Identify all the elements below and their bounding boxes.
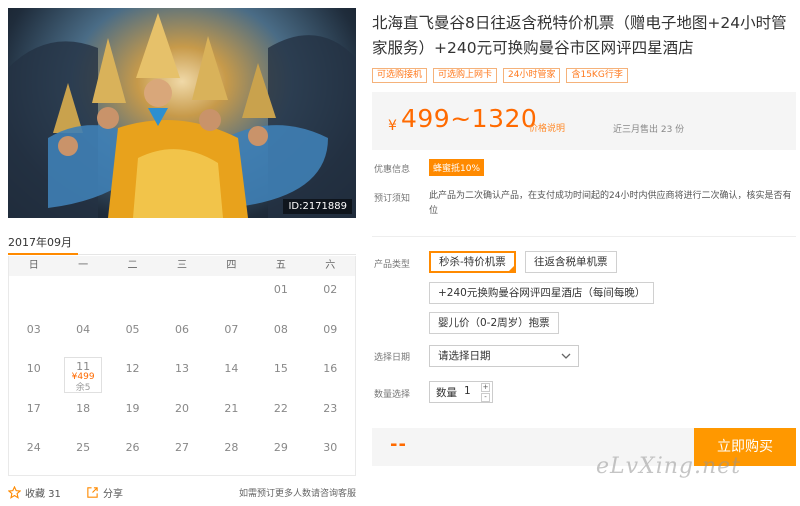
calendar-day-remaining: 余5 bbox=[75, 383, 91, 393]
calendar-month-underline bbox=[8, 253, 78, 255]
calendar-month[interactable]: 2017年09月 bbox=[8, 234, 72, 250]
calendar-day[interactable]: 15 bbox=[256, 355, 305, 395]
calendar-day[interactable]: 08 bbox=[256, 316, 305, 356]
share-button[interactable]: 分享 bbox=[86, 485, 123, 500]
calendar-day[interactable]: 21 bbox=[207, 395, 256, 435]
watermark: eLvXing.net bbox=[596, 454, 742, 479]
calendar-day[interactable]: 12 bbox=[108, 355, 157, 395]
date-select[interactable]: 请选择日期 bbox=[429, 345, 579, 367]
calendar-day[interactable]: 19 bbox=[108, 395, 157, 435]
type-option-hotel-upgrade[interactable]: +240元换购曼谷网评四星酒店（每间每晚） bbox=[429, 282, 655, 304]
calendar-empty-cell bbox=[58, 276, 107, 316]
calendar-day[interactable]: 16 bbox=[306, 355, 355, 395]
sales-count: 近三月售出 23 份 bbox=[613, 125, 685, 135]
calendar-weekday: 五 bbox=[275, 260, 286, 271]
notice-label: 预订须知 bbox=[374, 194, 411, 204]
type-option-flash-sale[interactable]: 秒杀-特价机票 bbox=[429, 251, 516, 273]
calendar-weekday: 一 bbox=[78, 260, 89, 271]
calendar-day[interactable]: 17 bbox=[9, 395, 58, 435]
calendar: 日一二三四五六 01 02 03 04 05 06 07 08 09 10 11 ¥499 余5 12 13… bbox=[8, 256, 356, 476]
quantity-field-label: 数量 bbox=[436, 387, 457, 399]
tag: 含15KG行李 bbox=[566, 68, 628, 83]
quantity-stepper: 数量 1 + - bbox=[429, 381, 493, 403]
share-label: 分享 bbox=[103, 489, 123, 500]
quantity-increase-button[interactable]: + bbox=[481, 383, 490, 392]
favorite-button[interactable]: 收藏 31 bbox=[8, 485, 61, 500]
calendar-day[interactable]: 10 bbox=[9, 355, 58, 395]
calendar-day[interactable]: 26 bbox=[108, 434, 157, 474]
calendar-day[interactable]: 07 bbox=[207, 316, 256, 356]
star-icon bbox=[8, 486, 21, 499]
product-tags: 可选购接机 可选购上网卡 24小时管家 含15KG行李 bbox=[372, 68, 628, 83]
calendar-day[interactable]: 14 bbox=[207, 355, 256, 395]
calendar-day[interactable]: 05 bbox=[108, 316, 157, 356]
calendar-weekday: 三 bbox=[176, 260, 187, 271]
calendar-day[interactable]: 24 bbox=[9, 434, 58, 474]
product-image[interactable]: ID:2171889 bbox=[8, 8, 356, 218]
type-option-infant[interactable]: 婴儿价（0-2周岁）抱票 bbox=[429, 312, 559, 334]
promo-label: 优惠信息 bbox=[374, 165, 411, 175]
product-title: 北海直飞曼谷8日往返含税特价机票（赠电子地图+24小时管家服务）+240元可换购… bbox=[372, 14, 787, 57]
tag: 24小时管家 bbox=[503, 68, 561, 83]
price-range: 499~1320 bbox=[401, 104, 538, 133]
calendar-day[interactable]: 25 bbox=[58, 434, 107, 474]
tag: 可选购上网卡 bbox=[433, 68, 498, 83]
date-select-value: 请选择日期 bbox=[438, 350, 491, 362]
image-id-label: ID:2171889 bbox=[283, 199, 352, 214]
quantity-decrease-button[interactable]: - bbox=[481, 393, 490, 402]
promo-badge: 蜂蜜抵10% bbox=[429, 159, 485, 176]
calendar-empty-cell bbox=[108, 276, 157, 316]
favorite-label: 收藏 31 bbox=[25, 489, 61, 500]
price-explanation-link[interactable]: 价格说明 bbox=[529, 121, 565, 134]
calendar-weekdays: 日一二三四五六 bbox=[9, 256, 355, 276]
calendar-day[interactable]: 28 bbox=[207, 434, 256, 474]
quantity-label: 数量选择 bbox=[374, 390, 411, 400]
calendar-day-price: ¥499 bbox=[71, 372, 95, 382]
calendar-empty-cell bbox=[157, 276, 206, 316]
calendar-day[interactable]: 04 bbox=[58, 316, 107, 356]
calendar-weekday: 日 bbox=[28, 260, 39, 271]
calendar-empty-cell bbox=[207, 276, 256, 316]
calendar-grid: 01 02 03 04 05 06 07 08 09 10 11 ¥499 余5 12 13 14 15 16 17… bbox=[9, 276, 355, 474]
section-divider bbox=[372, 236, 796, 237]
notice-text: 此产品为二次确认产品，在支付成功时间起的24小时内供应商将进行二次确认，核实是否… bbox=[429, 191, 792, 216]
calendar-day[interactable]: 30 bbox=[306, 434, 355, 474]
calendar-day[interactable]: 13 bbox=[157, 355, 206, 395]
product-type-label: 产品类型 bbox=[374, 260, 411, 270]
calendar-day[interactable]: 22 bbox=[256, 395, 305, 435]
quantity-value[interactable]: 1 bbox=[464, 385, 471, 397]
currency-symbol: ¥ bbox=[388, 118, 397, 134]
contact-note[interactable]: 如需预订更多人数请咨询客服 bbox=[239, 486, 356, 499]
price-box: ¥ 499~1320 价格说明 近三月售出 23 份 bbox=[372, 92, 796, 150]
calendar-weekday: 二 bbox=[127, 260, 138, 271]
calendar-day[interactable]: 09 bbox=[306, 316, 355, 356]
type-option-roundtrip[interactable]: 往返含税单机票 bbox=[525, 251, 617, 273]
calendar-day[interactable]: 01 bbox=[256, 276, 305, 316]
calendar-day[interactable]: 18 bbox=[58, 395, 107, 435]
calendar-empty-cell bbox=[9, 276, 58, 316]
share-icon bbox=[87, 487, 98, 498]
tag: 可选购接机 bbox=[372, 68, 428, 83]
date-label: 选择日期 bbox=[374, 353, 411, 363]
total-price: -- bbox=[390, 434, 407, 455]
calendar-day-available[interactable]: 11 ¥499 余5 bbox=[64, 357, 102, 393]
footer-actions: 收藏 31 分享 如需预订更多人数请咨询客服 bbox=[8, 485, 356, 501]
calendar-day[interactable]: 20 bbox=[157, 395, 206, 435]
calendar-weekday: 四 bbox=[226, 260, 237, 271]
calendar-day[interactable]: 03 bbox=[9, 316, 58, 356]
performers-illustration bbox=[8, 13, 356, 218]
calendar-weekday: 六 bbox=[325, 260, 336, 271]
calendar-day[interactable]: 06 bbox=[157, 316, 206, 356]
calendar-day-number: 11 bbox=[76, 360, 91, 373]
calendar-day[interactable]: 29 bbox=[256, 434, 305, 474]
calendar-day[interactable]: 23 bbox=[306, 395, 355, 435]
calendar-day[interactable]: 27 bbox=[157, 434, 206, 474]
chevron-down-icon bbox=[561, 353, 571, 359]
calendar-day[interactable]: 02 bbox=[306, 276, 355, 316]
